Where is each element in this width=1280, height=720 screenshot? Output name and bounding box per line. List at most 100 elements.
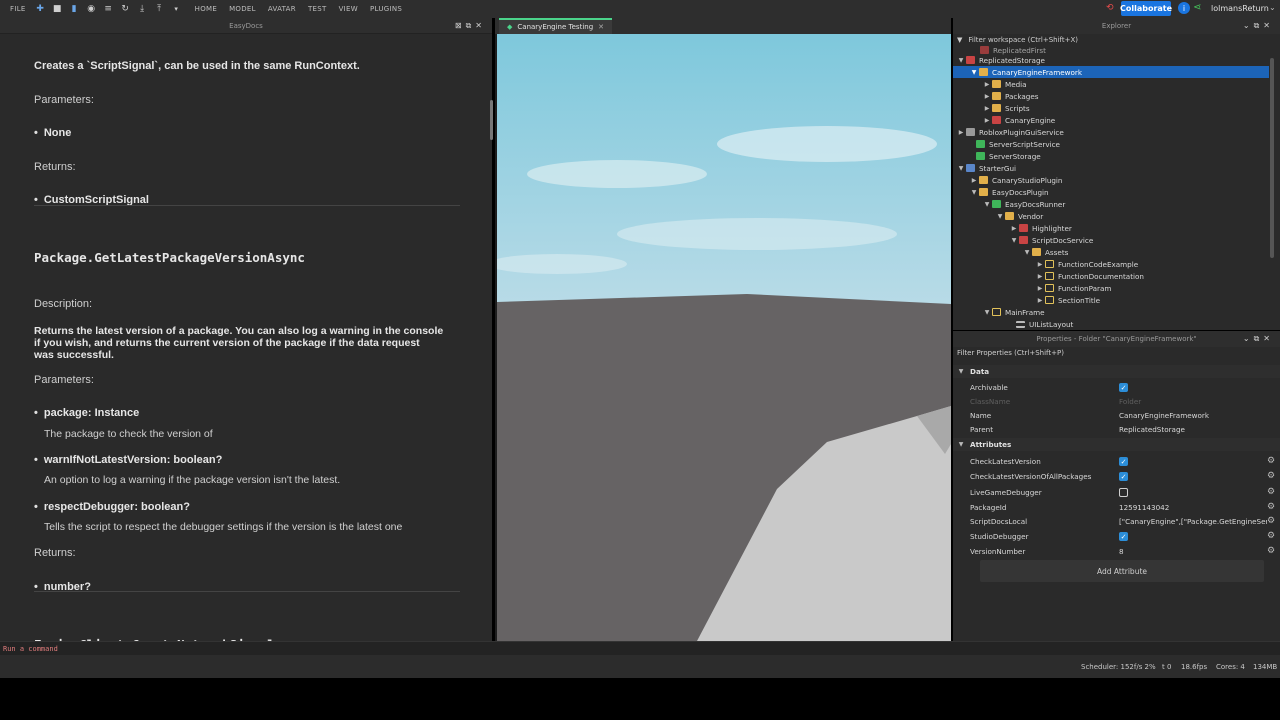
expand-arrow-icon[interactable]: ▶ (1035, 261, 1045, 268)
tree-item[interactable]: ▼ Assets (953, 246, 1269, 258)
game-viewport[interactable]: ◆ CanaryEngine Testing ✕ (495, 18, 951, 641)
tab-test[interactable]: TEST (302, 5, 333, 13)
expand-arrow-icon[interactable]: ▶ (982, 81, 992, 88)
download-icon[interactable]: ⤓ (137, 4, 148, 15)
3d-scene[interactable] (497, 34, 951, 641)
tree-item[interactable]: ▼ ScriptDocService (953, 234, 1269, 246)
attribute-value[interactable]: ["CanaryEngine",["Package.GetEngineSer..… (1119, 517, 1267, 526)
expand-arrow-icon[interactable]: ▶ (982, 93, 992, 100)
expand-arrow-icon[interactable]: ▶ (982, 105, 992, 112)
tree-item[interactable]: ▶ Media (953, 78, 1269, 90)
attribute-checkbox[interactable]: ✓ (1119, 532, 1128, 541)
tree-item-selected[interactable]: ▼ CanaryEngineFramework (953, 66, 1269, 78)
tree-item[interactable]: ServerStorage (953, 150, 1269, 162)
upload-icon[interactable]: ⤒ (154, 4, 165, 15)
collapse-arrow-icon[interactable]: ▼ (982, 309, 992, 316)
expand-arrow-icon[interactable]: ▶ (1035, 285, 1045, 292)
collapse-arrow-icon[interactable]: ▼ (956, 165, 966, 172)
gear-icon[interactable]: ⚙ (1267, 531, 1275, 541)
tree-item[interactable]: ▼ ReplicatedStorage (953, 54, 1269, 66)
expand-arrow-icon[interactable]: ▶ (1009, 225, 1019, 232)
gear-icon[interactable]: ⚙ (1267, 487, 1275, 497)
gear-icon[interactable]: ⚙ (1267, 516, 1275, 526)
refresh-icon[interactable]: ↻ (120, 4, 131, 15)
parent-value-field[interactable]: ReplicatedStorage (1119, 425, 1267, 434)
collapse-arrow-icon[interactable]: ▼ (956, 441, 966, 448)
tab-canaryengine-testing[interactable]: ◆ CanaryEngine Testing ✕ (499, 18, 613, 34)
dropdown-arrow-icon[interactable]: ▾ (171, 4, 182, 15)
explorer-scrollbar[interactable] (1270, 58, 1274, 258)
tree-item[interactable]: ServerScriptService (953, 138, 1269, 150)
expand-arrow-icon[interactable]: ▶ (956, 129, 966, 136)
tab-model[interactable]: MODEL (223, 5, 262, 13)
tab-view[interactable]: VIEW (333, 5, 364, 13)
eye-icon[interactable]: ◉ (86, 4, 97, 15)
gear-icon[interactable]: ⚙ (1267, 456, 1275, 466)
tree-item[interactable]: ▶ RobloxPluginGuiService (953, 126, 1269, 138)
panel-window-buttons[interactable]: ⌄⧉✕ (1243, 334, 1274, 344)
attribute-checkbox[interactable]: ✓ (1119, 457, 1128, 466)
chevron-down-icon[interactable]: ⌄ (1269, 3, 1276, 12)
collapse-arrow-icon[interactable]: ▼ (1009, 237, 1019, 244)
attribute-value[interactable]: 12591143042 (1119, 503, 1267, 512)
tree-item[interactable]: ▼ EasyDocsRunner (953, 198, 1269, 210)
tab-home[interactable]: HOME (189, 5, 223, 13)
explorer-filter-input[interactable]: ▼ Filter workspace (Ctrl+Shift+X) (953, 34, 1280, 46)
collapse-arrow-icon[interactable]: ▼ (969, 189, 979, 196)
script-icon[interactable]: ▮ (69, 4, 80, 15)
collapse-arrow-icon[interactable]: ▼ (982, 201, 992, 208)
tree-item[interactable]: ▼ Vendor (953, 210, 1269, 222)
tree-item[interactable]: ▶ FunctionDocumentation (953, 270, 1269, 282)
tree-item[interactable]: ▶ FunctionCodeExample (953, 258, 1269, 270)
notification-icon[interactable]: ⟲ (1106, 3, 1114, 13)
list-icon[interactable]: ≡ (103, 4, 114, 15)
expand-arrow-icon[interactable]: ▶ (1035, 273, 1045, 280)
stop-icon[interactable]: ■ (52, 4, 63, 15)
property-name: ClassName (970, 396, 1011, 406)
gear-icon[interactable]: ⚙ (1267, 471, 1275, 481)
expand-arrow-icon[interactable]: ▶ (969, 177, 979, 184)
collapse-arrow-icon[interactable]: ▼ (956, 368, 966, 375)
collapse-arrow-icon[interactable]: ▼ (995, 213, 1005, 220)
collapse-arrow-icon[interactable]: ▼ (969, 69, 979, 76)
puzzle-icon[interactable]: ✚ (35, 4, 46, 15)
section-data[interactable]: ▼ Data (953, 365, 1280, 378)
tree-item[interactable]: ▼ MainFrame (953, 306, 1269, 318)
info-icon[interactable]: i (1178, 2, 1190, 14)
tab-avatar[interactable]: AVATAR (262, 5, 302, 13)
gear-icon[interactable]: ⚙ (1267, 502, 1275, 512)
collaborate-button[interactable]: Collaborate (1120, 1, 1172, 16)
properties-filter-input[interactable]: Filter Properties (Ctrl+Shift+P) (953, 347, 1280, 359)
tree-item[interactable]: ▶ CanaryStudioPlugin (953, 174, 1269, 186)
expand-arrow-icon[interactable]: ▶ (1035, 297, 1045, 304)
username[interactable]: lolmansReturn (1211, 4, 1269, 13)
share-icon[interactable]: ⋖ (1193, 2, 1201, 13)
docs-scrollbar[interactable] (490, 100, 493, 140)
collapse-arrow-icon[interactable]: ▼ (956, 57, 966, 64)
add-attribute-button[interactable]: Add Attribute (980, 560, 1264, 582)
tree-item[interactable]: UIListLayout (953, 318, 1269, 330)
attribute-checkbox[interactable]: ✓ (1119, 472, 1128, 481)
archivable-checkbox[interactable]: ✓ (1119, 383, 1128, 392)
gear-icon[interactable]: ⚙ (1267, 546, 1275, 556)
panel-window-buttons[interactable]: ⌄⧉✕ (1243, 21, 1274, 31)
name-value-field[interactable]: CanaryEngineFramework (1119, 411, 1267, 420)
tree-item[interactable]: ▶ Packages (953, 90, 1269, 102)
tree-item[interactable]: ▼ StarterGui (953, 162, 1269, 174)
expand-arrow-icon[interactable]: ▶ (982, 117, 992, 124)
tree-item[interactable]: ▼ EasyDocsPlugin (953, 186, 1269, 198)
section-attributes[interactable]: ▼ Attributes (953, 438, 1280, 451)
tree-item[interactable]: ▶ FunctionParam (953, 282, 1269, 294)
attribute-value[interactable]: 8 (1119, 547, 1267, 556)
attribute-checkbox[interactable] (1119, 488, 1128, 497)
panel-window-buttons[interactable]: ⊠⧉✕ (455, 21, 486, 31)
tree-item[interactable]: ▶ SectionTitle (953, 294, 1269, 306)
collapse-arrow-icon[interactable]: ▼ (1022, 249, 1032, 256)
tree-item[interactable]: ▶ CanaryEngine (953, 114, 1269, 126)
command-bar[interactable]: Run a command (0, 641, 1280, 655)
file-menu[interactable]: FILE (4, 5, 32, 13)
tree-item[interactable]: ▶ Scripts (953, 102, 1269, 114)
close-icon[interactable]: ✕ (598, 23, 604, 31)
tree-item[interactable]: ▶ Highlighter (953, 222, 1269, 234)
tab-plugins[interactable]: PLUGINS (364, 5, 408, 13)
